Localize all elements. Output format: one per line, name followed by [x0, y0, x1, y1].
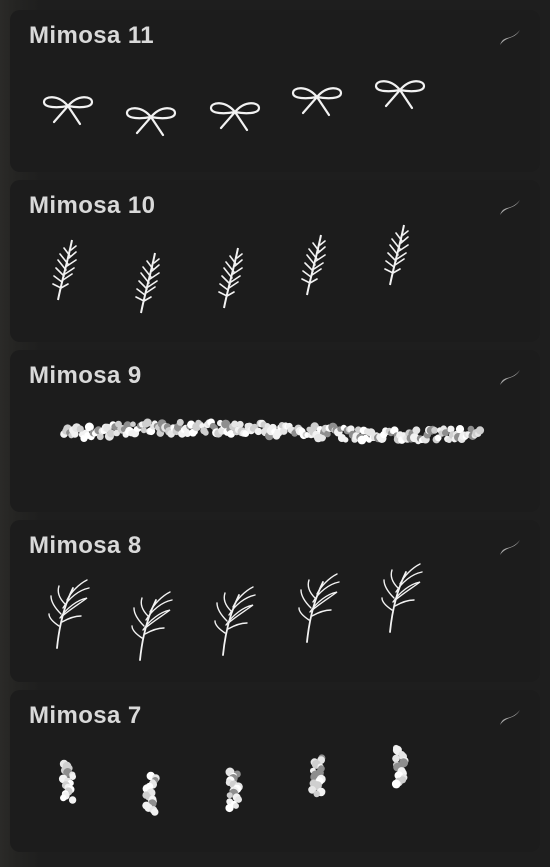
- brush-item-mimosa-10[interactable]: Mimosa 10: [10, 180, 540, 342]
- brush-library-list: Mimosa 11 Mimosa 10 Mimosa 9 Mimosa 8 Mi…: [0, 0, 550, 867]
- brush-item-mimosa-7[interactable]: Mimosa 7: [10, 690, 540, 852]
- brush-stroke-preview: [60, 418, 485, 445]
- brush-stroke-preview: [48, 563, 423, 661]
- brush-item-mimosa-8[interactable]: Mimosa 8: [10, 520, 540, 682]
- brush-item-mimosa-9[interactable]: Mimosa 9: [10, 350, 540, 512]
- brush-stroke-preview: [58, 744, 409, 816]
- brush-item-mimosa-11[interactable]: Mimosa 11: [10, 10, 540, 172]
- brush-stroke-preview: [52, 224, 409, 314]
- brush-stroke-preview: [42, 80, 426, 137]
